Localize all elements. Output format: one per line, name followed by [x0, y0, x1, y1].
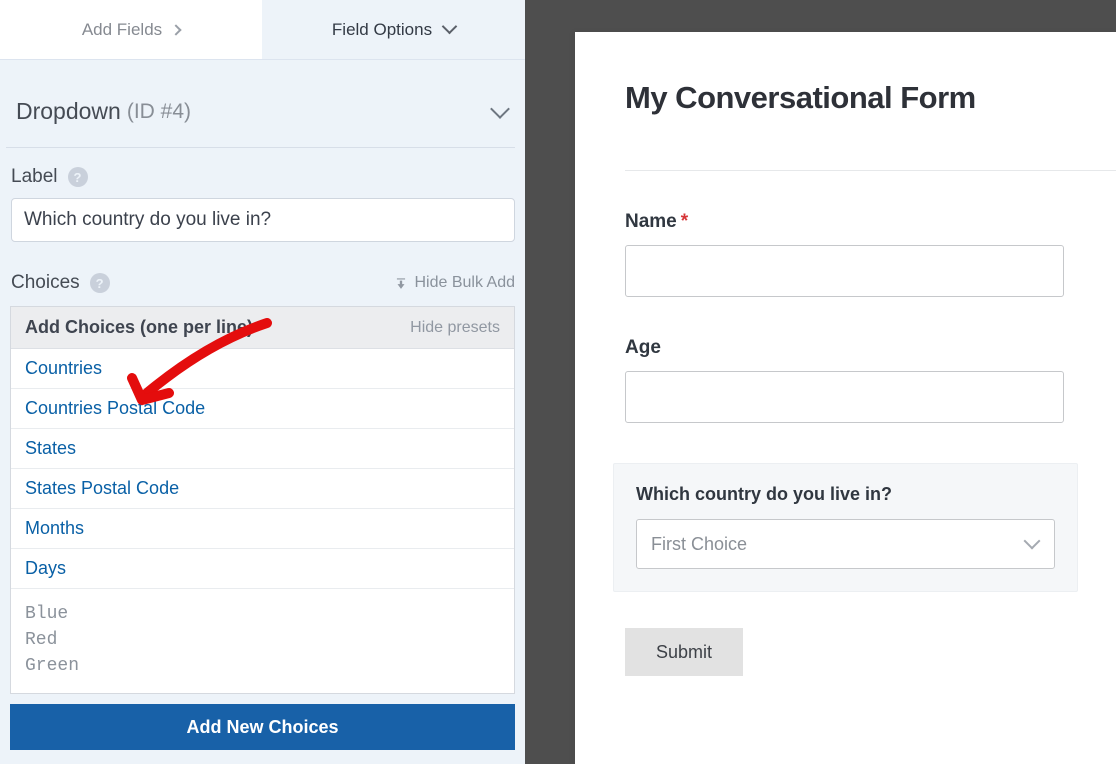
- help-icon[interactable]: ?: [68, 167, 88, 187]
- chevron-down-icon[interactable]: [490, 99, 510, 119]
- field-section-id: (ID #4): [127, 100, 191, 124]
- add-new-choices-button[interactable]: Add New Choices: [10, 704, 515, 750]
- field-age: Age: [625, 337, 1116, 423]
- field-section-title: Dropdown: [16, 98, 121, 125]
- field-country-dropdown[interactable]: Which country do you live in? First Choi…: [613, 463, 1078, 592]
- add-choices-header-label: Add Choices (one per line): [25, 317, 253, 338]
- tab-add-fields[interactable]: Add Fields: [0, 0, 262, 59]
- tab-field-options-label: Field Options: [332, 20, 432, 40]
- preset-countries-postal[interactable]: Countries Postal Code: [11, 389, 514, 429]
- required-star-icon: *: [681, 211, 688, 232]
- form-title: My Conversational Form: [625, 80, 1116, 116]
- country-dropdown[interactable]: First Choice: [636, 519, 1055, 569]
- preset-months[interactable]: Months: [11, 509, 514, 549]
- preset-states[interactable]: States: [11, 429, 514, 469]
- dropdown-label: Which country do you live in?: [636, 484, 1055, 505]
- chevron-right-icon: [170, 24, 181, 35]
- label-row: Label ?: [0, 166, 525, 188]
- divider: [625, 170, 1116, 171]
- download-icon: [394, 276, 408, 290]
- hide-bulk-add-link[interactable]: Hide Bulk Add: [394, 274, 515, 292]
- name-label: Name*: [625, 211, 1064, 233]
- hide-presets-link[interactable]: Hide presets: [410, 319, 500, 337]
- dropdown-value: First Choice: [651, 534, 747, 555]
- choices-panel: Add Choices (one per line) Hide presets …: [10, 306, 515, 694]
- label-input[interactable]: [11, 198, 515, 242]
- tab-field-options[interactable]: Field Options: [262, 0, 525, 59]
- submit-button[interactable]: Submit: [625, 628, 743, 676]
- choices-row: Choices ? Hide Bulk Add: [0, 272, 525, 294]
- tabs: Add Fields Field Options: [0, 0, 525, 60]
- field-section-header[interactable]: Dropdown (ID #4): [6, 98, 515, 148]
- name-label-text: Name: [625, 211, 677, 232]
- preset-days[interactable]: Days: [11, 549, 514, 589]
- choices-textarea[interactable]: Blue Red Green: [11, 589, 514, 693]
- form-preview-pane: My Conversational Form Name* Age Which c…: [575, 32, 1116, 764]
- choices-panel-header: Add Choices (one per line) Hide presets: [11, 307, 514, 349]
- age-input[interactable]: [625, 371, 1064, 423]
- name-input[interactable]: [625, 245, 1064, 297]
- hide-bulk-add-label: Hide Bulk Add: [414, 274, 515, 292]
- chevron-down-icon: [1024, 533, 1041, 550]
- preset-states-postal[interactable]: States Postal Code: [11, 469, 514, 509]
- chevron-down-icon: [442, 19, 458, 35]
- preset-countries[interactable]: Countries: [11, 349, 514, 389]
- label-caption: Label: [11, 166, 58, 188]
- tab-add-fields-label: Add Fields: [82, 20, 162, 40]
- choices-caption: Choices: [11, 272, 80, 294]
- left-panel: Add Fields Field Options Dropdown (ID #4…: [0, 0, 525, 764]
- help-icon[interactable]: ?: [90, 273, 110, 293]
- age-label: Age: [625, 337, 1064, 359]
- field-name: Name*: [625, 211, 1116, 297]
